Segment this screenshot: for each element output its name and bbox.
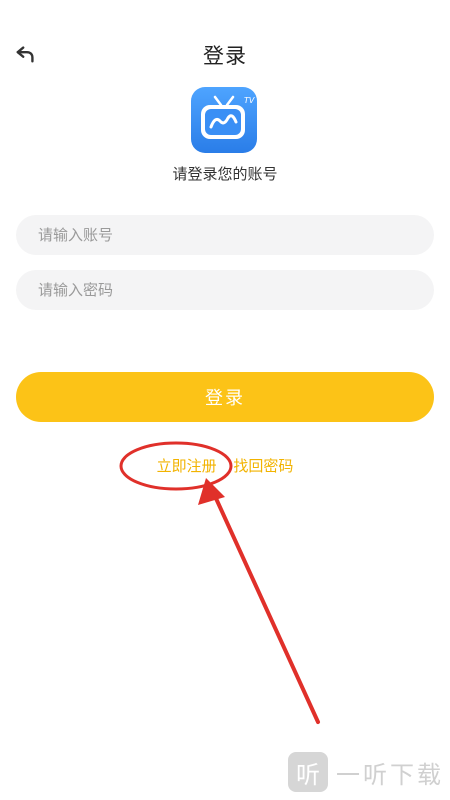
login-prompt-text: 请登录您的账号	[172, 165, 278, 183]
register-link[interactable]: 立即注册	[157, 457, 217, 475]
tv-app-logo-icon: TV	[191, 87, 257, 153]
password-input[interactable]	[16, 270, 434, 310]
annotation-arrow-head	[198, 478, 225, 505]
watermark: 听 一听下载	[288, 752, 444, 792]
app-logo: TV	[191, 87, 257, 153]
account-input[interactable]	[16, 215, 434, 255]
login-page: 登录 TV 请登录您的账号 登录 立即注册 找回密码	[0, 0, 450, 800]
svg-text:TV: TV	[244, 96, 255, 105]
watermark-logo-icon: 听	[288, 752, 328, 792]
forgot-password-link[interactable]: 找回密码	[233, 457, 293, 475]
account-links: 立即注册 找回密码	[0, 455, 450, 476]
annotation-arrow-shaft	[212, 492, 320, 724]
page-title: 登录	[203, 44, 247, 68]
watermark-text: 一听下载	[336, 760, 444, 789]
login-button[interactable]: 登录	[16, 372, 434, 422]
